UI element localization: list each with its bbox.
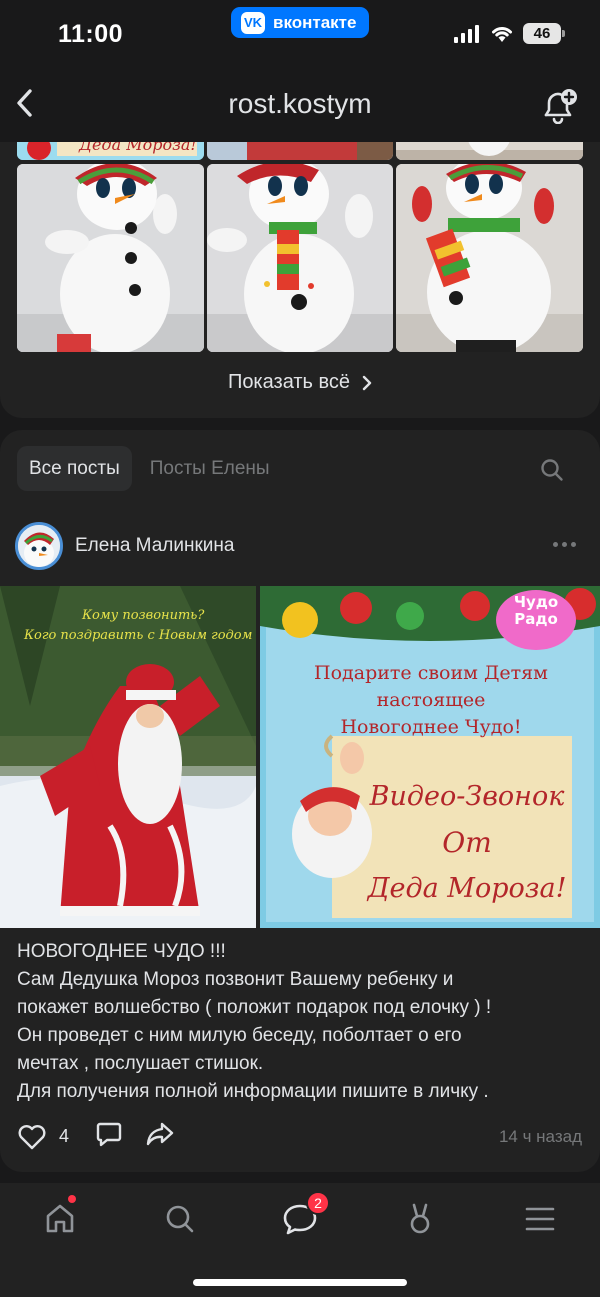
ad-headline-line3: Новогоднее Чудо! [340, 716, 522, 738]
notification-dot [68, 1195, 76, 1203]
post-text: НОВОГОДНЕЕ ЧУДО !!! Сам Дедушка Мороз по… [17, 938, 587, 1106]
page-title: rost.kostym [228, 88, 372, 119]
subscribe-notifications-button[interactable] [540, 88, 580, 125]
more-options-button[interactable] [553, 542, 576, 547]
ad-headline-line2: настоящее [376, 689, 486, 711]
app-pill[interactable]: VK вконтакте [231, 7, 369, 38]
post-actions: 4 [17, 1120, 175, 1153]
signal-icon [454, 25, 479, 43]
comment-button[interactable] [95, 1120, 123, 1153]
like-count: 4 [59, 1126, 70, 1146]
tab-owner-posts[interactable]: Посты Елены [138, 446, 282, 491]
photo-gallery: Деда Мороза! Показать всё [0, 100, 600, 418]
post-text-line: Для получения полной информации пишите в… [17, 1081, 489, 1102]
clips-icon [410, 1203, 430, 1234]
post-image[interactable]: Кому позвонить? Кого поздравить с Новым … [0, 586, 256, 928]
comment-icon [96, 1122, 122, 1147]
vk-logo-icon: VK [241, 11, 265, 34]
avatar[interactable] [15, 522, 63, 570]
posts-tabs: Все посты Посты Елены [17, 446, 282, 491]
search-icon[interactable] [540, 458, 564, 482]
wifi-icon [492, 27, 512, 42]
status-bar: 11:00 VK вконтакте 46 [0, 0, 600, 62]
heart-icon [18, 1124, 46, 1149]
like-button[interactable]: 4 [17, 1124, 69, 1150]
post-text-line: мечтах , послушает стишок. [17, 1053, 264, 1074]
ad-logo-line2: Радо [514, 610, 558, 628]
status-time: 11:00 [58, 20, 124, 48]
menu-icon [525, 1207, 555, 1231]
ad-headline-line1: Подарите своим Детям [314, 662, 548, 684]
share-button[interactable] [145, 1120, 175, 1153]
post-text-line: НОВОГОДНЕЕ ЧУДО !!! [17, 941, 226, 962]
home-indicator[interactable] [193, 1279, 407, 1286]
ad-scroll-line1: Видео-Звонок [369, 781, 565, 812]
ad-scroll-line3: Деда Мороза! [367, 873, 567, 904]
photo-thumbnail[interactable] [207, 164, 393, 352]
ad-headline: Подарите своим Детям настоящее Новогодне… [286, 660, 576, 741]
post-image-caption-1: Кому позвонить? [82, 608, 205, 623]
ad-logo-line1: Чудо [513, 593, 559, 611]
post-timestamp: 14 ч назад [498, 1127, 582, 1146]
photo-thumbnail[interactable] [396, 164, 583, 352]
nav-messages[interactable]: 2 [278, 1191, 330, 1241]
author-name: Елена Малинкина [75, 535, 235, 556]
posts-section: Все посты Посты Елены Елена Малинкина Ко… [0, 430, 600, 1172]
post-text-line: Сам Дедушка Мороз позвонит Вашему ребенк… [17, 969, 454, 990]
top-bar: rost.kostym [0, 62, 600, 142]
app-pill-label: вконтакте [273, 12, 357, 32]
post-author[interactable]: Елена Малинкина [15, 522, 234, 570]
messages-badge: 2 [306, 1191, 330, 1215]
ad-logo: Чудо Радо [500, 594, 572, 628]
battery-indicator: 46 [523, 23, 565, 44]
tab-all-posts[interactable]: Все посты [17, 446, 132, 491]
nav-clips[interactable] [398, 1197, 442, 1241]
post-image-caption-2: Кого поздравить с Новым годом !? [24, 628, 256, 643]
ad-scroll-text: Видео-Звонок От Деда Мороза! [362, 774, 572, 912]
show-all-button[interactable]: Показать всё [0, 371, 600, 394]
post-text-line: покажет волшебство ( положит подарок под… [17, 997, 492, 1018]
nav-search[interactable] [158, 1197, 202, 1241]
home-icon [46, 1204, 74, 1233]
photo-thumbnail[interactable] [17, 164, 204, 352]
post-image[interactable]: Чудо Радо Подарите своим Детям настоящее… [260, 586, 600, 928]
bell-plus-icon [544, 89, 577, 125]
nav-home[interactable] [38, 1195, 82, 1241]
post-text-line: Он проведет с ним милую беседу, поболтае… [17, 1025, 462, 1046]
nav-menu[interactable] [518, 1197, 562, 1241]
ad-scroll-line2: От [442, 826, 492, 859]
show-all-label: Показать всё [227, 371, 351, 393]
search-icon [166, 1205, 194, 1233]
chevron-right-icon [362, 375, 372, 390]
share-icon [146, 1122, 174, 1146]
bottom-navigation: 2 [0, 1183, 600, 1297]
